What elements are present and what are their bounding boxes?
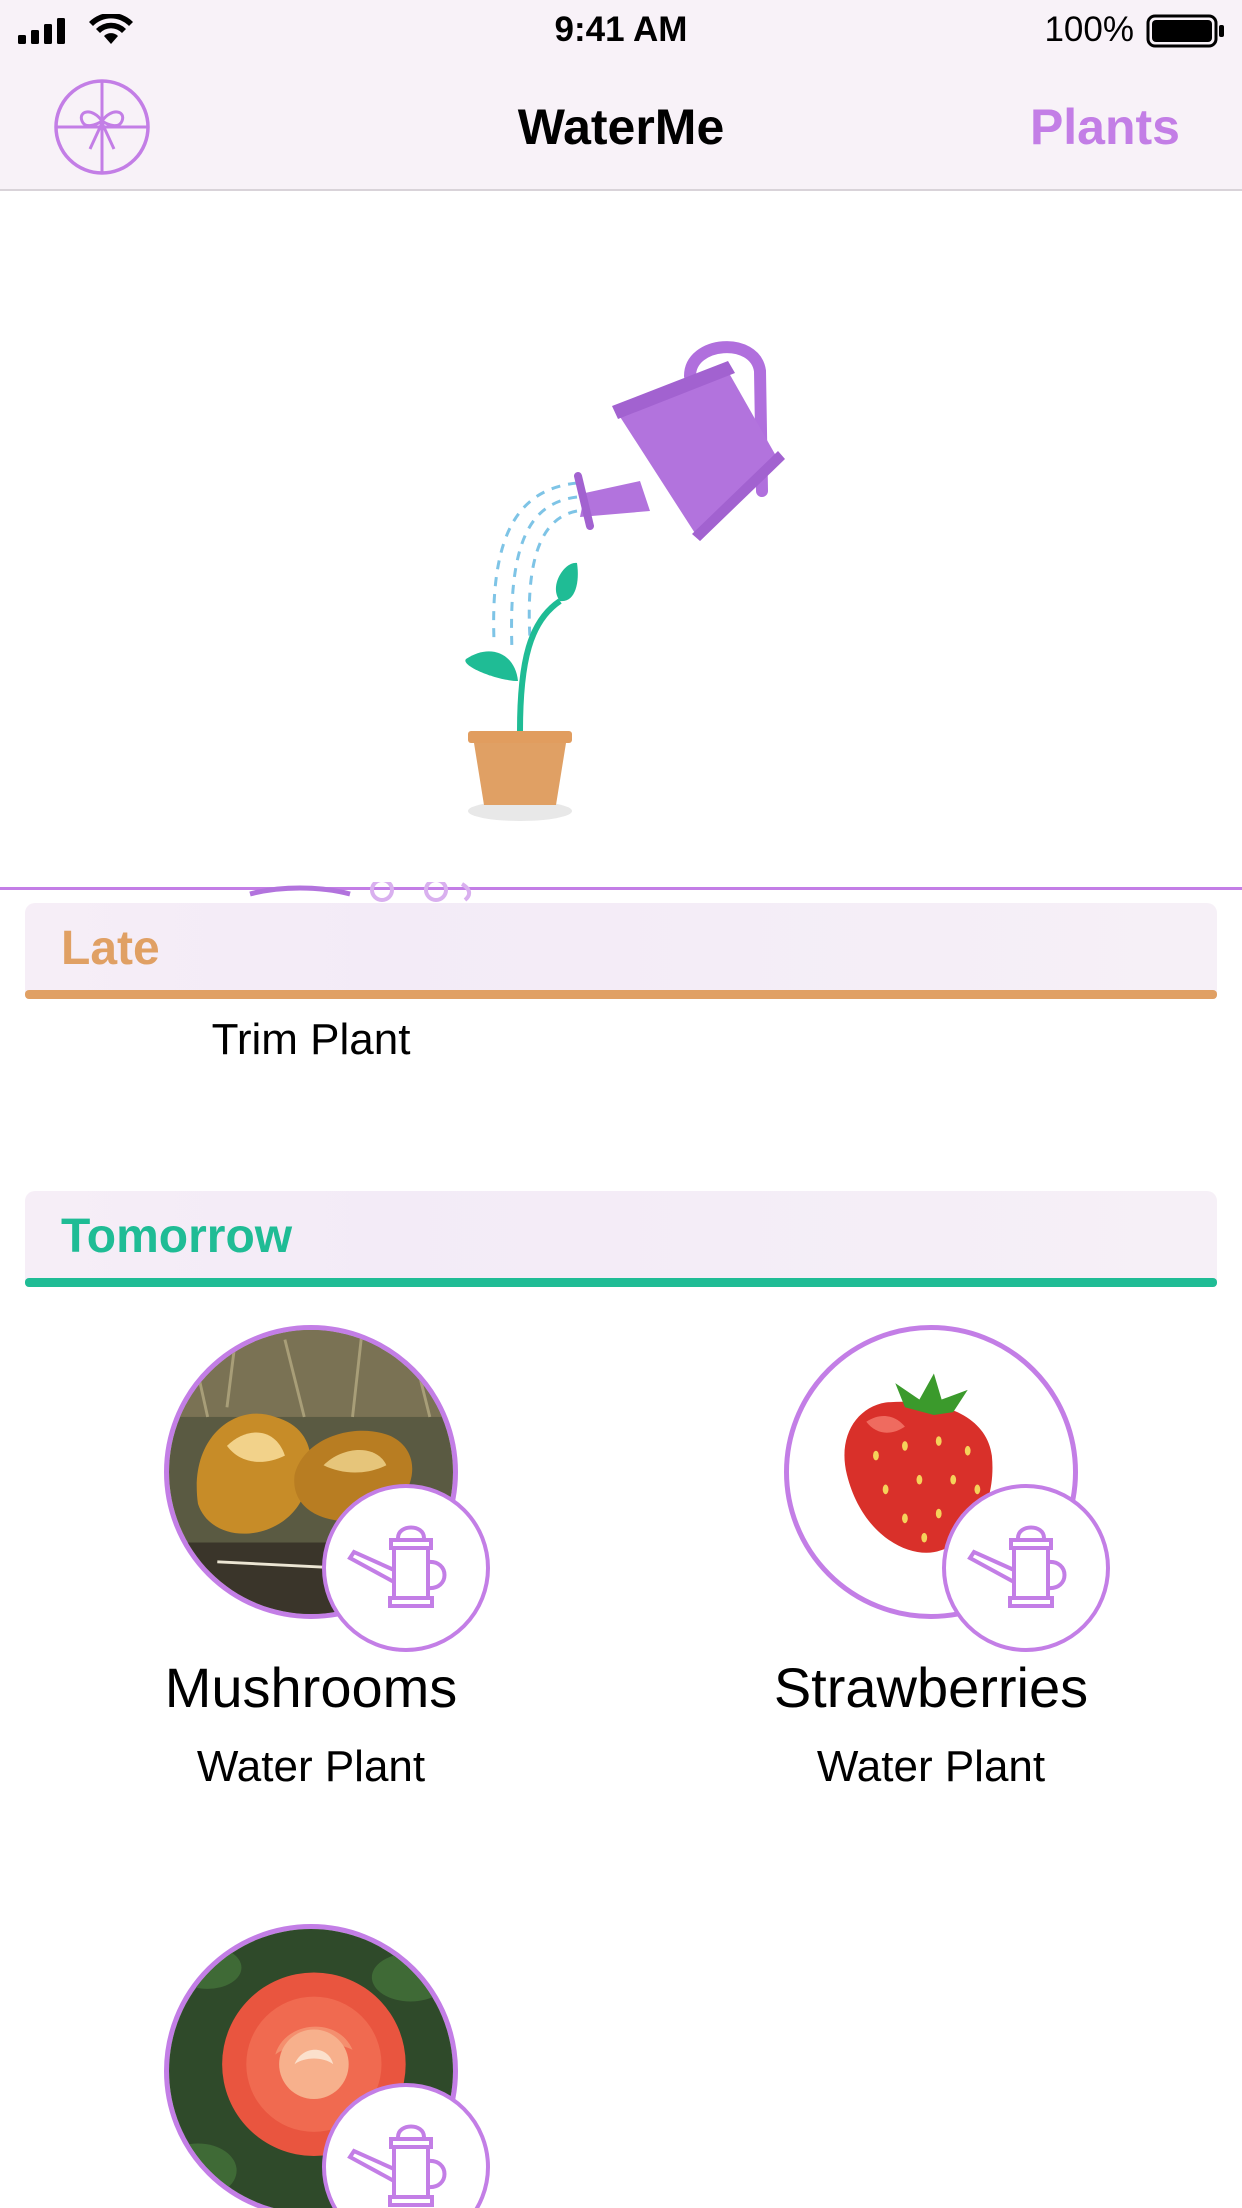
section-divider [25, 990, 1217, 999]
status-bar: 9:41 AM 100% [0, 0, 1242, 62]
plant-name[interactable]: Mushrooms [101, 1655, 521, 1720]
plant-name[interactable]: Strawberries [721, 1655, 1141, 1720]
battery-icon [1146, 14, 1224, 48]
section-title: Tomorrow [61, 1210, 293, 1263]
section-header-late: Late [25, 903, 1217, 999]
water-reminder-badge[interactable] [942, 1484, 1110, 1652]
watering-can-icon [967, 1525, 1067, 1608]
water-reminder-badge[interactable] [322, 1484, 490, 1652]
section-title: Late [61, 922, 160, 975]
navigation-bar: WaterMe Plants [0, 62, 1242, 191]
reminder-subtitle[interactable]: Trim Plant [101, 1015, 521, 1065]
watering-can-icon [347, 2124, 447, 2207]
hero-illustration [0, 191, 1242, 890]
watering-can-plant-illustration [465, 341, 785, 821]
section-header-tomorrow: Tomorrow [25, 1191, 1217, 1287]
battery-percentage: 100% [1044, 10, 1134, 49]
section-divider [25, 1278, 1217, 1287]
watering-list-screen: 9:41 AM 100% WaterMe Plants Late Trim Pl… [0, 0, 1242, 2208]
watering-can-icon [347, 1525, 447, 1608]
plants-button[interactable]: Plants [1030, 98, 1180, 156]
scrolled-content-peek [0, 882, 1242, 904]
reminder-subtitle[interactable]: Water Plant [721, 1742, 1141, 1792]
reminder-subtitle[interactable]: Water Plant [101, 1742, 521, 1792]
